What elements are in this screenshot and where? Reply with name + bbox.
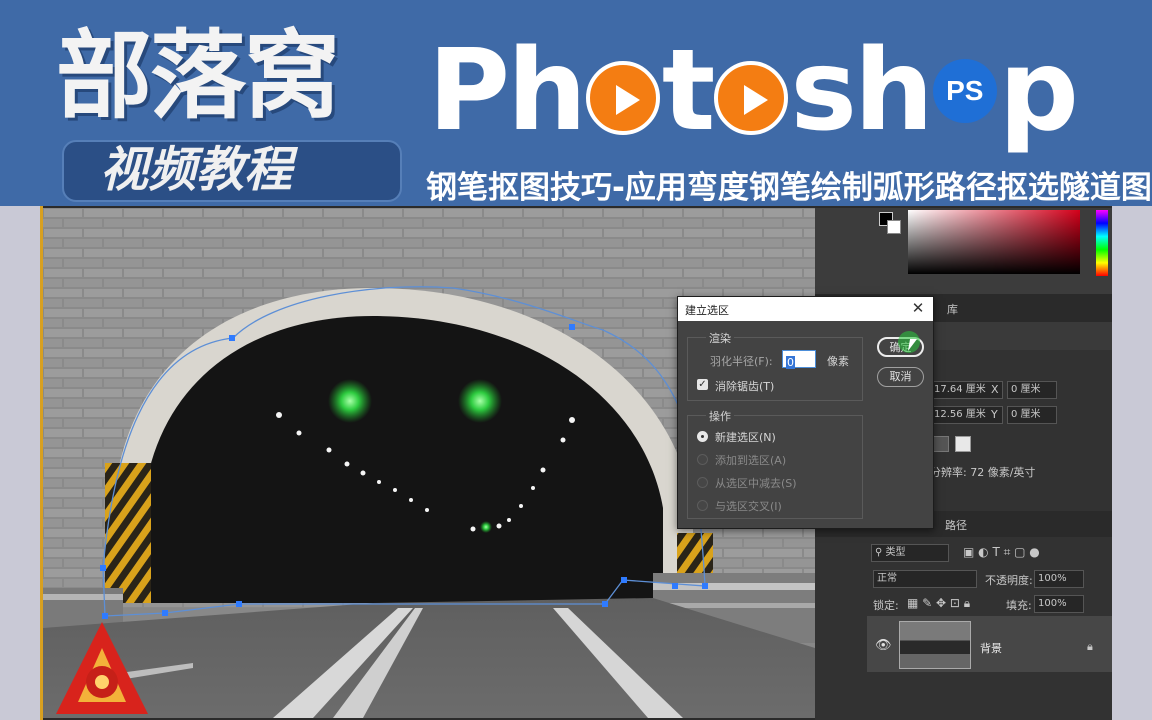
layer-thumbnail (899, 621, 971, 669)
filter-icons[interactable]: ▣ ◐ T ⌗ ▢ ● (963, 545, 1040, 560)
antialias-label: 消除锯齿(T) (715, 380, 775, 393)
resolution-text: 分辨率: 72 像素/英寸 (930, 466, 1036, 479)
y-field[interactable]: 0 厘米 (1007, 406, 1057, 424)
op-new-selection-label[interactable]: 新建选区(N) (715, 429, 776, 445)
hue-slider[interactable] (1096, 210, 1108, 276)
play-circle-icon (714, 61, 789, 135)
blend-mode-select[interactable]: 正常 (873, 570, 977, 588)
wordmark-letter: s (790, 26, 857, 156)
radio-new-selection[interactable] (697, 431, 708, 442)
radio-add-to-selection[interactable] (697, 454, 708, 465)
brand-logo-text: 部落窝 (56, 20, 340, 132)
wordmark-letter: P (428, 26, 510, 156)
cancel-button[interactable]: 取消 (877, 367, 924, 387)
tab-libraries[interactable]: 库 (947, 301, 958, 317)
lock-label: 锁定: (873, 599, 899, 612)
eye-icon[interactable]: 👁︎ (875, 638, 892, 653)
wordmark-letter: h (507, 26, 587, 156)
wordmark-letter: t (661, 26, 716, 156)
make-selection-dialog: 建立选区 ✕ 渲染 羽化半径(F): 0 像素 ✓ 消除锯齿(T) 操作 新建选… (677, 296, 934, 529)
video-tutorial-label: 视频教程 (100, 142, 293, 198)
portrait-icon[interactable] (933, 436, 949, 452)
buluowo-logo-icon (56, 622, 148, 714)
wordmark-letter: p (998, 26, 1079, 156)
radio-subtract-selection[interactable] (697, 477, 708, 488)
render-group (687, 337, 863, 401)
antialias-checkbox[interactable]: ✓ (697, 379, 708, 390)
tutorial-subtitle: 钢笔抠图技巧-应用弯度钢笔绘制弧形路径抠选隧道图片 (426, 170, 1152, 206)
op-add-label[interactable]: 添加到选区(A) (715, 452, 786, 468)
y-label: Y (991, 408, 998, 421)
wordmark-letter: h (854, 26, 934, 156)
play-circle-icon (585, 61, 660, 135)
opacity-label: 不透明度: (985, 574, 1033, 587)
lock-icon: 🔒︎ (1087, 640, 1093, 653)
layer-name[interactable]: 背景 (980, 640, 1002, 656)
tab-paths[interactable]: 路径 (945, 517, 967, 533)
opacity-field[interactable]: 100% (1034, 570, 1084, 588)
ps-badge-icon: PS (932, 59, 997, 123)
feather-unit: 像素 (827, 355, 849, 368)
photoshop-wordmark: P h t s h PS p (428, 26, 1079, 156)
background-color-swatch[interactable] (887, 220, 901, 234)
x-field[interactable]: 0 厘米 (1007, 381, 1057, 399)
feather-label: 羽化半径(F): (710, 355, 773, 368)
lock-icons[interactable]: ▦ ✎ ✥ ⊡ 🔒︎ (907, 596, 970, 611)
fill-field[interactable]: 100% (1034, 595, 1084, 613)
radio-intersect-selection[interactable] (697, 500, 708, 511)
filter-kind-value: 类型 (885, 547, 906, 558)
feather-value: 0 (786, 356, 795, 369)
fill-label: 填充: (1006, 599, 1032, 612)
x-label: X (991, 383, 999, 396)
color-field[interactable] (908, 210, 1080, 274)
close-icon[interactable]: ✕ (909, 299, 927, 317)
operation-group-label: 操作 (706, 408, 734, 424)
dialog-titlebar: 建立选区 ✕ (678, 297, 933, 321)
search-icon: ⚲ (875, 547, 886, 558)
landscape-icon[interactable] (955, 436, 971, 452)
layer-filter-select[interactable]: ⚲ 类型 (871, 544, 949, 562)
dialog-title: 建立选区 (685, 304, 729, 317)
render-group-label: 渲染 (706, 330, 734, 346)
feather-input[interactable]: 0 (782, 350, 816, 369)
op-intersect-label[interactable]: 与选区交叉(I) (715, 498, 782, 514)
tutorial-banner: 部落窝 视频教程 P h t s h PS p 钢笔抠图技巧-应用弯度钢笔绘制弧… (0, 0, 1152, 206)
op-subtract-label[interactable]: 从选区中减去(S) (715, 475, 797, 491)
